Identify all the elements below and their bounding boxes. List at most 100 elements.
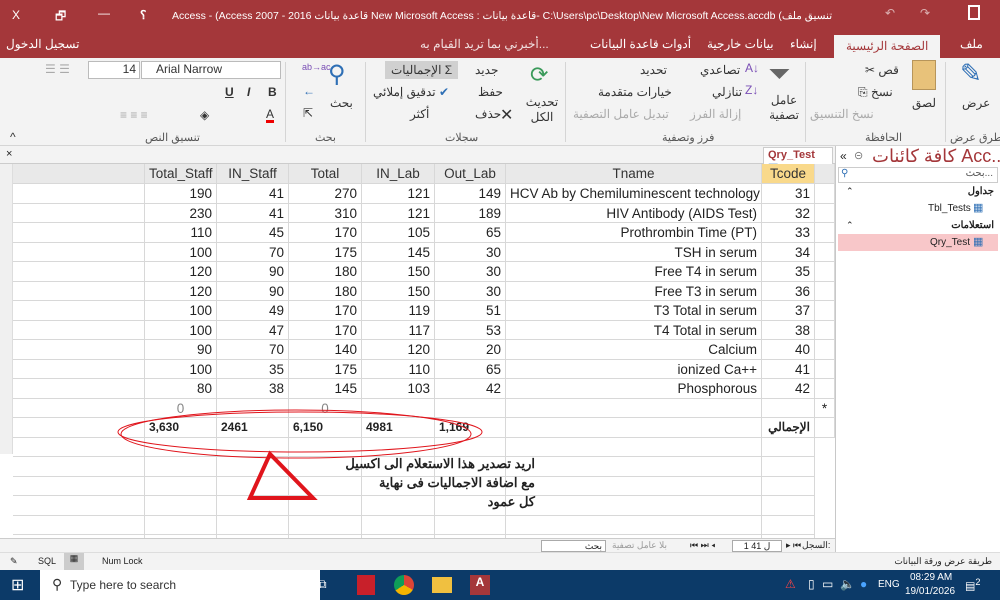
view-button[interactable]: عرض xyxy=(962,96,990,110)
notifications-icon[interactable]: ▤2 xyxy=(965,577,981,593)
navigation-pane: « ⊝ كافة كائنات Acc... بحث... ⚲ ⌃ جداول … xyxy=(835,146,1000,552)
nav-item-qry-test[interactable]: Qry_Test ▦ xyxy=(838,234,998,251)
language-indicator[interactable]: ENG xyxy=(878,579,900,590)
design-view-icon[interactable]: ✎ xyxy=(10,556,18,567)
usb-icon[interactable]: ▯ xyxy=(808,577,815,591)
copy-label: نسخ xyxy=(870,85,893,99)
font-color-button[interactable]: A xyxy=(266,108,275,123)
cut-button[interactable]: ✂ قص xyxy=(865,63,899,77)
copy-icon: ⎘ xyxy=(858,85,868,99)
close-button[interactable]: X xyxy=(12,8,20,22)
help-button[interactable]: ؟ xyxy=(140,8,146,22)
nav-menu-icon[interactable]: ⊝ xyxy=(854,149,863,162)
datasheet-view-icon[interactable]: ▦ xyxy=(64,553,84,570)
tray-circle-icon[interactable]: ● xyxy=(860,577,867,591)
sort-descending-button[interactable]: تنازلي xyxy=(712,85,742,99)
nav-item-tbl-tests[interactable]: Tbl_Tests xyxy=(928,203,971,214)
nav-group-queries[interactable]: استعلامات xyxy=(951,220,994,231)
list-icons[interactable]: ☰ ☰ xyxy=(45,62,70,76)
goto-icon[interactable]: ← xyxy=(303,84,315,98)
select-icon[interactable]: ⇱ xyxy=(303,106,313,120)
collapse-icon[interactable]: ⌃ xyxy=(846,220,854,231)
save-icon[interactable] xyxy=(968,5,980,20)
check-icon: ✔ xyxy=(438,85,450,99)
windows-start-icon[interactable]: ⊞ xyxy=(11,575,24,595)
collapse-ribbon-icon[interactable]: ^ xyxy=(10,130,16,144)
access-icon[interactable]: A xyxy=(470,575,490,595)
close-document-icon[interactable]: × xyxy=(6,148,12,160)
collapse-icon[interactable]: ⌃ xyxy=(846,186,854,197)
paste-icon xyxy=(912,60,936,90)
tab-file[interactable]: ملف xyxy=(960,37,983,51)
advanced-button[interactable]: خيارات متقدمة xyxy=(598,85,672,99)
selection-button[interactable]: تحديد xyxy=(640,63,667,77)
find-button[interactable]: بحث xyxy=(330,96,353,110)
file-explorer-icon[interactable] xyxy=(432,577,452,593)
font-size-select[interactable]: 14 xyxy=(88,61,140,79)
refresh-icon: ⟳ xyxy=(530,62,549,87)
title-bar: X 🗗 — ؟ Access - (Access 2007 - 2016 قاع… xyxy=(0,0,1000,33)
restore-button[interactable]: 🗗 xyxy=(55,7,66,28)
view-status-text: طريقة عرض ورقة البيانات xyxy=(894,556,992,566)
replace-icon[interactable]: ab→ac xyxy=(302,62,331,72)
refresh-all-button[interactable]: تحديث الكل xyxy=(525,95,559,125)
save-record-button[interactable]: حفظ xyxy=(478,85,503,99)
document-bar: × Qry_Test ▦ xyxy=(0,146,835,174)
remove-sort-button[interactable]: إزالة الفرز xyxy=(690,107,741,121)
app-icon[interactable] xyxy=(357,575,375,595)
shutter-bar-icon[interactable]: « xyxy=(840,149,847,163)
totals-button[interactable]: الإجماليات Σ xyxy=(385,61,459,79)
paste-button[interactable]: لصق xyxy=(912,96,936,110)
bold-button[interactable]: B xyxy=(268,85,277,99)
taskbar-search-box[interactable]: ⚲ Type here to search xyxy=(40,570,320,600)
task-view-icon[interactable]: ⧉ xyxy=(318,577,327,592)
record-first-buttons[interactable]: ▸ ⏮ xyxy=(786,540,801,551)
records-group-label: سجلات xyxy=(445,132,479,144)
copy-button[interactable]: ⎘ نسخ xyxy=(858,85,893,100)
sql-view-button[interactable]: SQL xyxy=(38,556,56,566)
nav-group-tables[interactable]: جداول xyxy=(968,186,994,197)
text-formatting-group-label: تنسيق النص xyxy=(145,132,200,144)
undo-icon[interactable]: ↶ xyxy=(885,6,895,20)
filter-button[interactable]: عامل تصفية xyxy=(768,93,800,123)
record-search-input[interactable]: بحث xyxy=(541,540,606,552)
italic-button[interactable]: I xyxy=(247,85,250,99)
sign-in-link[interactable]: تسجيل الدخول xyxy=(6,37,79,51)
toggle-filter-button[interactable]: تبديل عامل التصفية xyxy=(573,107,669,121)
query-tab-label: Qry_Test xyxy=(768,149,815,161)
delete-record-button[interactable]: حذف xyxy=(475,107,501,121)
align-icons[interactable]: ≡ ≡ ≡ xyxy=(120,108,148,122)
clock-date[interactable]: 19/01/2026 xyxy=(905,586,955,597)
redo-icon[interactable]: ↷ xyxy=(920,6,930,20)
record-position-input[interactable]: 1 ل 41 xyxy=(732,540,782,552)
tab-home[interactable]: الصفحة الرئيسية xyxy=(834,35,941,58)
tab-create[interactable]: إنشاء xyxy=(790,37,817,51)
fill-color-icon[interactable]: ◈ xyxy=(200,108,209,122)
more-button[interactable]: أكثر xyxy=(410,107,429,121)
tab-database-tools[interactable]: أدوات قاعدة البيانات xyxy=(590,37,691,51)
search-icon: ⚲ xyxy=(841,168,849,179)
volume-icon[interactable]: 🔈 xyxy=(840,577,855,591)
query-icon: ▦ xyxy=(973,236,984,248)
new-record-button[interactable]: جديد xyxy=(475,63,498,77)
tab-external-data[interactable]: بيانات خارجية xyxy=(707,37,774,51)
font-name-select[interactable]: Arial Narrow xyxy=(141,61,281,79)
taskbar-search-text: Type here to search xyxy=(70,578,177,592)
sort-ascending-button[interactable]: تصاعدي xyxy=(700,63,740,77)
tab-qry-test[interactable]: Qry_Test ▦ xyxy=(763,147,833,174)
format-painter-button[interactable]: نسخ التنسيق xyxy=(810,107,874,121)
underline-button[interactable]: U xyxy=(225,85,234,99)
minimize-button[interactable]: — xyxy=(98,6,110,20)
tell-me-box[interactable]: أخبرني بما تريد القيام به... xyxy=(420,37,549,51)
tray-app-icon[interactable]: ⚠ xyxy=(785,577,796,591)
clock-time[interactable]: 08:29 AM xyxy=(910,572,952,583)
table-icon: ▦ xyxy=(973,202,984,214)
nav-item-label: Qry_Test xyxy=(930,237,971,248)
network-icon[interactable]: ▭ xyxy=(822,577,833,591)
record-nav-buttons[interactable]: ⏮ ⏭ ◂ xyxy=(690,540,715,551)
filter-status[interactable]: بلا عامل تصفية xyxy=(612,540,667,551)
nav-search-input[interactable]: بحث... xyxy=(838,167,998,183)
search-icon: ⚲ xyxy=(52,576,63,592)
chrome-icon[interactable] xyxy=(394,575,414,595)
spelling-button[interactable]: تدقيق إملائي ✔ xyxy=(373,85,449,99)
